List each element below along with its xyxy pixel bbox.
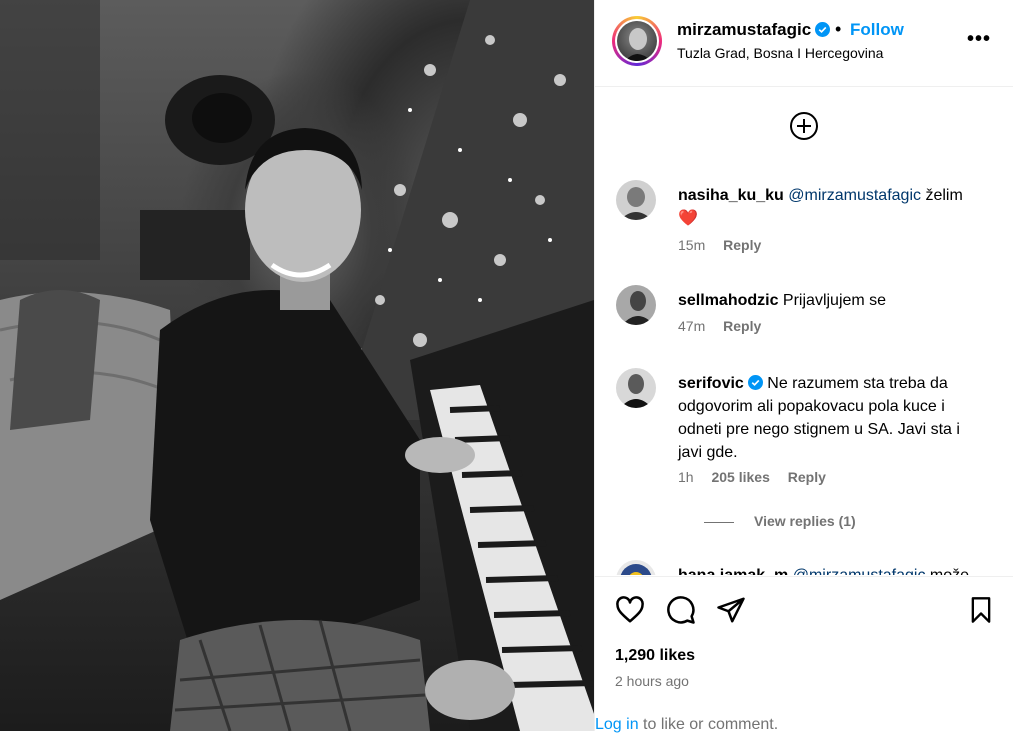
comment-avatar[interactable] — [616, 285, 656, 325]
comment-text: može — [925, 567, 969, 575]
comment-icon[interactable] — [666, 595, 696, 625]
comment-username[interactable]: hana.jamak_m — [678, 567, 788, 575]
author-username[interactable]: mirzamustafagic — [677, 20, 831, 40]
heart-emoji: ❤️ — [678, 210, 698, 227]
comment-avatar[interactable] — [616, 368, 656, 408]
comment-meta: 47m Reply — [678, 318, 775, 334]
more-icon[interactable]: ••• — [967, 28, 991, 51]
comment-time[interactable]: 15m — [678, 237, 705, 253]
bookmark-icon[interactable] — [967, 595, 995, 625]
comment-meta: 1h 205 likes Reply — [678, 469, 840, 485]
post-photo-illustration — [0, 0, 594, 731]
comment-username[interactable]: serifovic — [678, 375, 744, 392]
comment-username[interactable]: nasiha_ku_ku — [678, 187, 784, 204]
likes-count[interactable]: 1,290 likes — [615, 647, 695, 665]
comment-text: Prijavljujem se — [778, 292, 887, 309]
post-time[interactable]: 2 hours ago — [615, 673, 689, 689]
comment-time[interactable]: 1h — [678, 469, 694, 485]
heart-icon[interactable] — [615, 595, 645, 625]
divider-line — [704, 521, 734, 523]
post-header: mirzamustafagic • Follow Tuzla Grad, Bos… — [595, 0, 1013, 87]
follow-button[interactable]: Follow — [850, 20, 904, 40]
separator-dot: • — [835, 19, 842, 39]
reply-button[interactable]: Reply — [723, 237, 761, 253]
add-comment-icon[interactable] — [789, 111, 819, 141]
view-replies-button[interactable]: View replies (1) — [704, 513, 856, 529]
post-actions: 1,290 likes 2 hours ago Log in to like o… — [595, 576, 1013, 733]
login-link[interactable]: Log in — [595, 716, 639, 733]
comment-avatar[interactable] — [616, 560, 656, 575]
login-prompt: Log in to like or comment. — [595, 716, 779, 733]
post-photo[interactable] — [0, 0, 594, 731]
comment-time[interactable]: 47m — [678, 318, 705, 334]
comment-meta: 15m Reply — [678, 237, 775, 253]
verified-icon — [815, 22, 831, 37]
comment-text: @mirzamustafagic želim — [788, 187, 963, 204]
comment-mention[interactable]: @mirzamustafagic — [793, 567, 926, 575]
reply-button[interactable]: Reply — [788, 469, 826, 485]
reply-button[interactable]: Reply — [723, 318, 761, 334]
verified-icon — [747, 375, 763, 390]
post-side-panel: mirzamustafagic • Follow Tuzla Grad, Bos… — [594, 0, 1013, 733]
comment-username[interactable]: sellmahodzic — [678, 292, 778, 309]
post-location[interactable]: Tuzla Grad, Bosna I Hercegovina — [677, 45, 883, 61]
comment-likes[interactable]: 205 likes — [711, 469, 769, 485]
comment-mention[interactable]: @mirzamustafagic — [788, 187, 921, 204]
share-icon[interactable] — [716, 595, 746, 625]
comments-list[interactable]: nasiha_ku_ku @mirzamustafagic želim ❤️ 1… — [595, 87, 1013, 575]
comment-avatar[interactable] — [616, 180, 656, 220]
author-avatar[interactable] — [612, 16, 662, 66]
